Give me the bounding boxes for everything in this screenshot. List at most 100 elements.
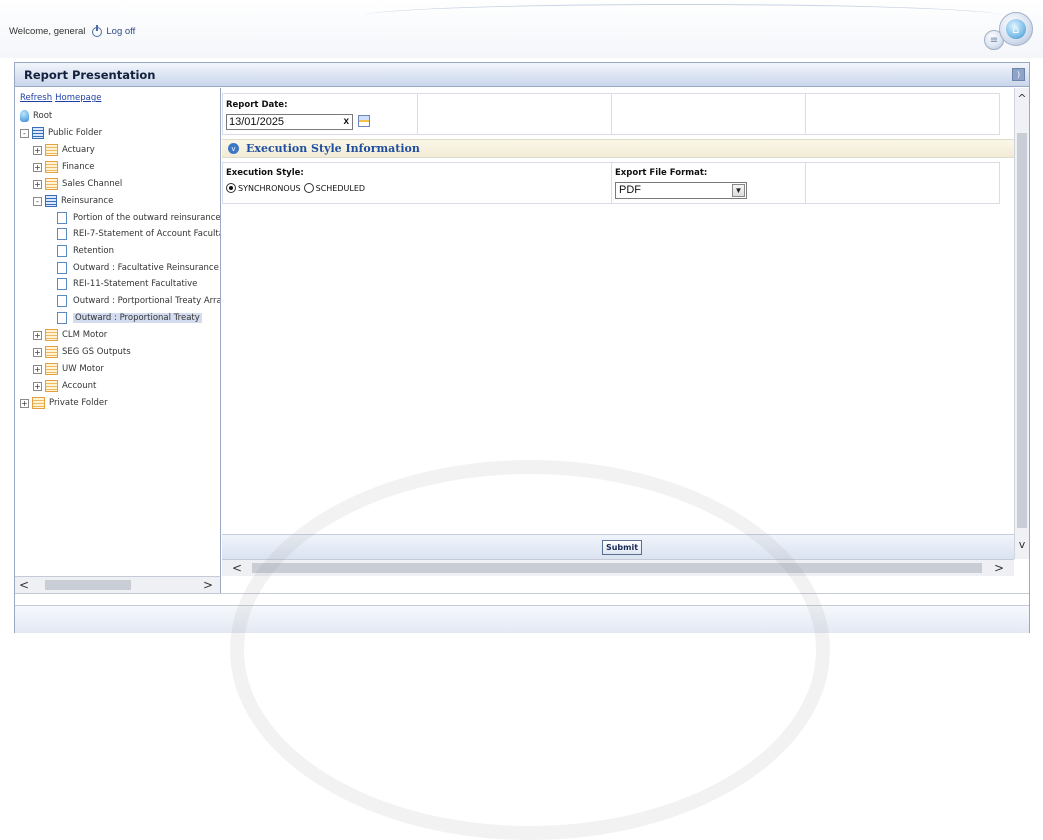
folder-icon (45, 346, 58, 358)
tree-report-item[interactable]: Retention (57, 243, 114, 259)
tree-item-label: Retention (73, 246, 114, 256)
tree-item-private-folder[interactable]: + Private Folder (20, 395, 108, 411)
document-icon (57, 228, 67, 240)
expand-icon[interactable]: + (33, 381, 42, 391)
empty-cell (612, 94, 806, 134)
logoff-link[interactable]: Log off (106, 26, 135, 37)
scheduled-radio[interactable] (303, 183, 314, 193)
tree-report-item[interactable]: REI-7-Statement of Account Facultativ (57, 226, 221, 242)
welcome-area: Welcome, general Log off (9, 24, 135, 37)
tree-item-root[interactable]: Root (20, 108, 52, 124)
tree-item-sales-channel[interactable]: + Sales Channel (33, 176, 122, 192)
content-vertical-scrollbar[interactable]: ^ v (1014, 88, 1029, 559)
tree-item-finance[interactable]: + Finance (33, 159, 95, 175)
section-title: Execution Style Information (246, 142, 420, 155)
export-format-select[interactable]: PDF ▼ (615, 182, 747, 199)
header-decoration (363, 4, 1003, 28)
tree-item-seg-gs-outputs[interactable]: + SEG GS Outputs (33, 344, 131, 360)
tree-item-clm-motor[interactable]: + CLM Motor (33, 327, 107, 343)
panel-header: Report Presentation ) (15, 63, 1029, 87)
tree-report-item-selected[interactable]: Outward : Proportional Treaty (57, 310, 202, 326)
document-icon (57, 295, 67, 307)
collapse-icon[interactable]: - (33, 196, 42, 206)
scroll-right-icon[interactable]: > (201, 578, 215, 592)
panel-title: Report Presentation (24, 67, 156, 82)
submit-button[interactable]: Submit (602, 540, 642, 555)
scroll-up-icon[interactable]: ^ (1015, 92, 1029, 105)
scroll-thumb[interactable] (252, 563, 982, 573)
refresh-link[interactable]: Refresh (20, 93, 52, 103)
tree-item-label: REI-7-Statement of Account Facultativ (73, 229, 221, 239)
expand-icon[interactable]: + (33, 364, 42, 374)
execution-style-section-header[interactable]: v Execution Style Information (222, 139, 1014, 158)
tree-item-account[interactable]: + Account (33, 378, 96, 394)
report-presentation-panel: Report Presentation ) Refresh Homepage Ro… (14, 62, 1030, 633)
tree-report-item[interactable]: Outward : Facultative Reinsurance (57, 260, 219, 276)
tree-item-label: Outward : Proportional Treaty (73, 313, 202, 323)
document-icon (57, 278, 67, 290)
execution-style-label: Execution Style: (226, 168, 304, 178)
execution-style-options: SYNCHRONOUS SCHEDULED (226, 183, 365, 193)
report-date-input[interactable]: 13/01/2025 x (226, 114, 353, 130)
clear-date-icon[interactable]: x (343, 115, 349, 129)
root-icon (20, 110, 29, 122)
scheduled-label: SCHEDULED (315, 183, 366, 193)
folder-icon (45, 363, 58, 375)
expand-icon[interactable]: + (33, 347, 42, 357)
tree-item-public-folder[interactable]: - Public Folder (20, 125, 102, 141)
tree-item-uw-motor[interactable]: + UW Motor (33, 361, 104, 377)
homepage-link[interactable]: Homepage (55, 93, 101, 103)
tree-item-label: Account (62, 381, 97, 391)
rss-icon[interactable]: ) (1012, 68, 1025, 81)
scroll-left-icon[interactable]: < (17, 578, 31, 592)
tree-item-label: SEG GS Outputs (62, 347, 131, 357)
tree-report-item[interactable]: Outward : Portportional Treaty Arrang (57, 293, 221, 309)
scroll-right-icon[interactable]: > (992, 561, 1006, 575)
content-horizontal-scrollbar[interactable]: < > (222, 559, 1014, 576)
document-icon (57, 262, 67, 274)
tree-report-item[interactable]: Portion of the outward reinsurance pre (57, 210, 221, 226)
collapse-icon[interactable]: - (20, 128, 29, 138)
execution-style-row: Execution Style: SYNCHRONOUS SCHEDULED E… (222, 162, 1000, 204)
report-date-cell: Report Date: 13/01/2025 x (223, 94, 418, 134)
report-date-value: 13/01/2025 (229, 116, 285, 128)
synchronous-radio[interactable] (226, 183, 236, 193)
chevron-down-icon[interactable]: v (228, 143, 239, 154)
home-button[interactable]: ⌂ (999, 12, 1033, 46)
tree-item-label: REI-11-Statement Facultative (73, 279, 198, 289)
tree-item-label: Portion of the outward reinsurance pre (73, 213, 221, 223)
scroll-down-icon[interactable]: v (1015, 538, 1029, 551)
synchronous-label: SYNCHRONOUS (238, 183, 301, 193)
tree-item-label: Root (33, 111, 53, 121)
tree-report-item[interactable]: REI-11-Statement Facultative (57, 276, 197, 292)
footer-bar (15, 605, 1029, 633)
export-format-cell: Export File Format: PDF ▼ (612, 163, 806, 203)
expand-icon[interactable]: + (20, 398, 29, 408)
folder-icon (45, 329, 58, 341)
tree-item-label: CLM Motor (62, 330, 108, 340)
document-icon (57, 312, 67, 324)
tree-item-label: Outward : Portportional Treaty Arrang (73, 296, 221, 306)
report-date-row: Report Date: 13/01/2025 x (222, 93, 1000, 135)
chevron-down-icon[interactable]: ▼ (732, 184, 745, 197)
execution-style-cell: Execution Style: SYNCHRONOUS SCHEDULED (223, 163, 612, 203)
scroll-left-icon[interactable]: < (230, 561, 244, 575)
tree-item-label: Finance (62, 162, 95, 172)
folder-icon (45, 380, 58, 392)
tree-horizontal-scrollbar[interactable]: < > (15, 576, 221, 593)
calendar-icon[interactable] (358, 115, 370, 127)
expand-icon[interactable]: + (33, 145, 42, 155)
folder-icon (45, 161, 58, 173)
expand-icon[interactable]: + (33, 179, 42, 189)
expand-icon[interactable]: + (33, 162, 42, 172)
power-icon[interactable] (92, 24, 103, 37)
scroll-thumb[interactable] (1017, 133, 1027, 528)
export-format-value: PDF (619, 184, 641, 196)
status-strip (15, 593, 1029, 605)
tree-item-actuary[interactable]: + Actuary (33, 142, 95, 158)
document-icon (57, 245, 67, 257)
scroll-thumb[interactable] (45, 580, 131, 590)
tree-item-reinsurance[interactable]: - Reinsurance (33, 193, 113, 209)
expand-icon[interactable]: + (33, 330, 42, 340)
folder-icon (45, 178, 58, 190)
